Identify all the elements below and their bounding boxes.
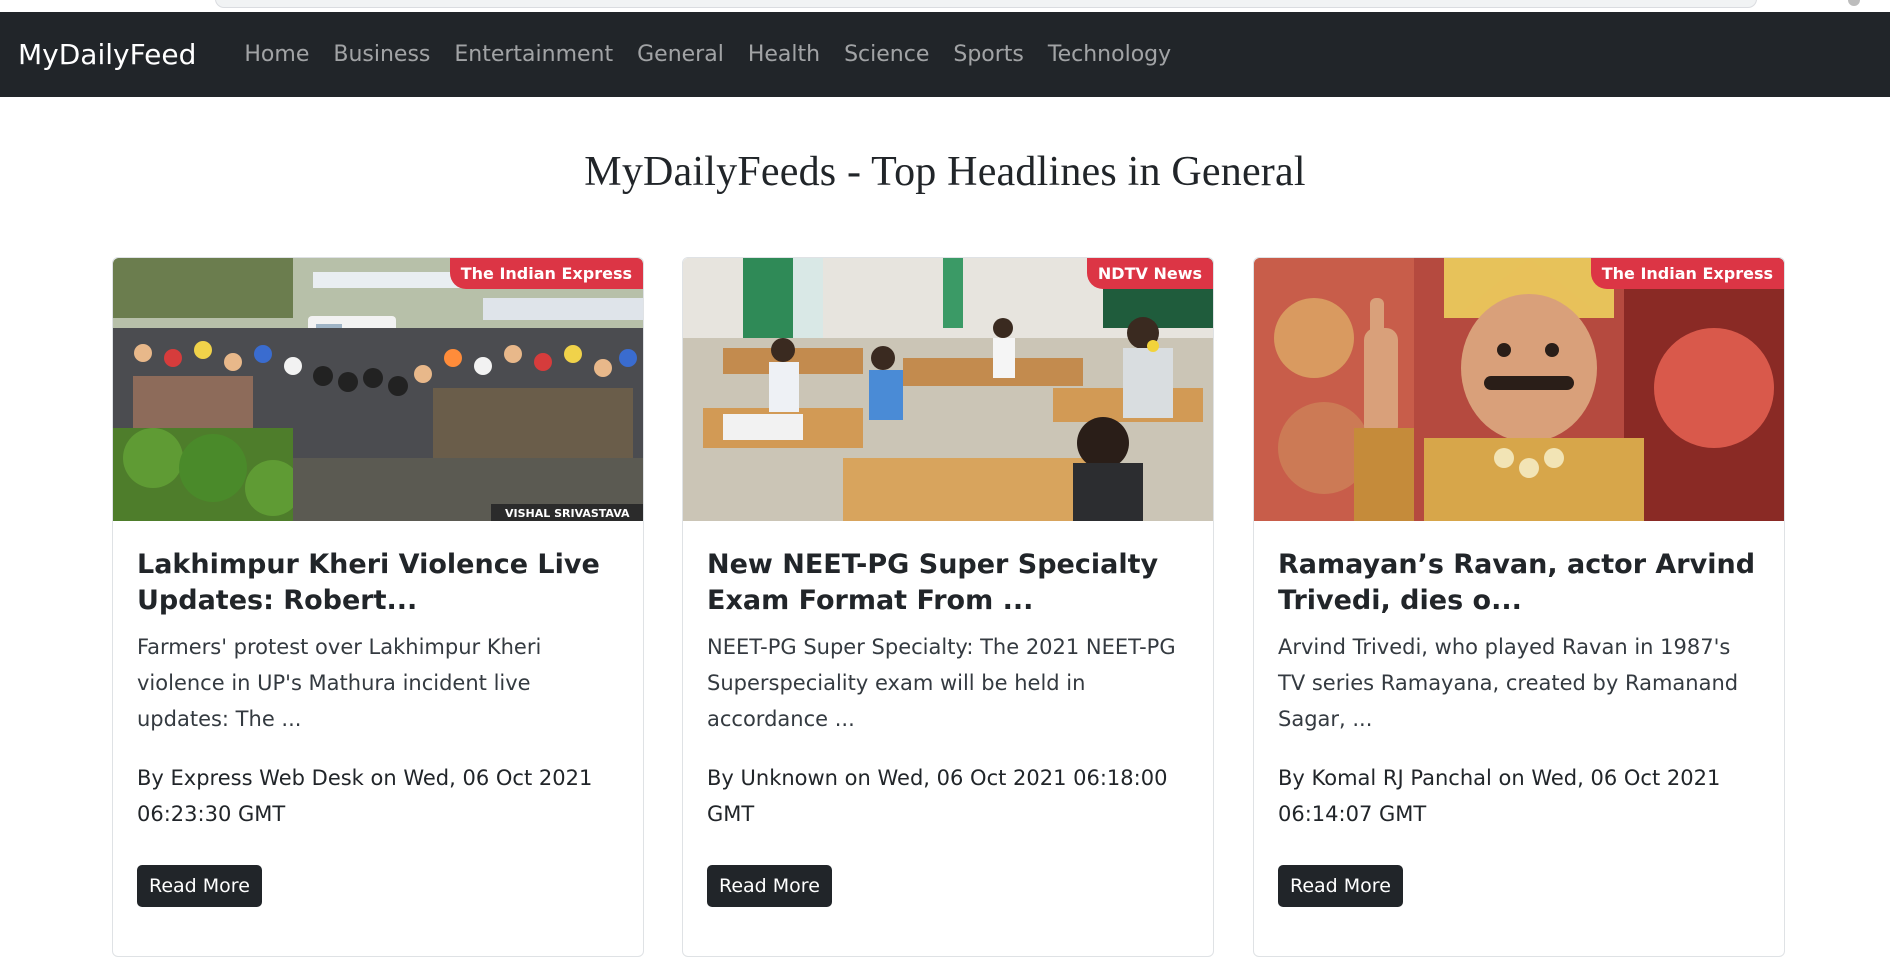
photo-credit: VISHAL SRIVASTAVA bbox=[505, 507, 630, 520]
article-image: VISHAL SRIVASTAVA The Indian Express bbox=[113, 258, 643, 521]
address-bar[interactable] bbox=[215, 0, 1757, 8]
nav-link-health[interactable]: Health bbox=[736, 42, 832, 67]
read-more-button[interactable]: Read More bbox=[137, 865, 262, 907]
nav-link-business[interactable]: Business bbox=[321, 42, 442, 67]
nav-links: Home Business Entertainment General Heal… bbox=[232, 42, 1183, 67]
nav-link-sports[interactable]: Sports bbox=[941, 42, 1036, 67]
nav-link-science[interactable]: Science bbox=[832, 42, 941, 67]
brand-link[interactable]: MyDailyFeed bbox=[18, 38, 196, 71]
article-description: Farmers' protest over Lakhimpur Kheri vi… bbox=[137, 635, 542, 731]
nav-item-business: Business bbox=[321, 42, 442, 67]
card-body: New NEET-PG Super Specialty Exam Format … bbox=[683, 521, 1213, 907]
nav-item-health: Health bbox=[736, 42, 832, 67]
source-badge: The Indian Express bbox=[449, 258, 643, 289]
article-card: VISHAL SRIVASTAVA The Indian Express Lak… bbox=[112, 257, 644, 957]
nav-item-entertainment: Entertainment bbox=[442, 42, 625, 67]
article-grid: VISHAL SRIVASTAVA The Indian Express Lak… bbox=[0, 257, 1890, 957]
nav-link-technology[interactable]: Technology bbox=[1036, 42, 1183, 67]
source-badge: NDTV News bbox=[1086, 258, 1213, 289]
read-more-button[interactable]: Read More bbox=[707, 865, 832, 907]
article-title: New NEET-PG Super Specialty Exam Format … bbox=[707, 549, 1159, 616]
article-card: The Indian Express Ramayan’s Ravan, acto… bbox=[1253, 257, 1785, 957]
nav-item-technology: Technology bbox=[1036, 42, 1183, 67]
actor-photo bbox=[1254, 258, 1784, 521]
nav-link-entertainment[interactable]: Entertainment bbox=[442, 42, 625, 67]
nav-link-general[interactable]: General bbox=[625, 42, 736, 67]
classroom-photo bbox=[683, 258, 1213, 521]
crowd-photo: VISHAL SRIVASTAVA bbox=[113, 258, 643, 521]
profile-icon[interactable] bbox=[1848, 0, 1860, 6]
nav-link-home[interactable]: Home bbox=[232, 42, 321, 67]
article-description: Arvind Trivedi, who played Ravan in 1987… bbox=[1278, 635, 1739, 731]
article-meta: By Komal RJ Panchal on Wed, 06 Oct 2021 … bbox=[1278, 766, 1721, 826]
card-body: Lakhimpur Kheri Violence Live Updates: R… bbox=[113, 521, 643, 907]
nav-item-general: General bbox=[625, 42, 736, 67]
navbar: MyDailyFeed Home Business Entertainment … bbox=[0, 12, 1890, 97]
article-image: The Indian Express bbox=[1254, 258, 1784, 521]
article-description: NEET-PG Super Specialty: The 2021 NEET-P… bbox=[707, 635, 1176, 731]
article-title: Ramayan’s Ravan, actor Arvind Trivedi, d… bbox=[1278, 549, 1756, 616]
article-meta: By Express Web Desk on Wed, 06 Oct 2021 … bbox=[137, 766, 593, 826]
article-image: NDTV News bbox=[683, 258, 1213, 521]
article-title: Lakhimpur Kheri Violence Live Updates: R… bbox=[137, 549, 600, 616]
nav-item-science: Science bbox=[832, 42, 941, 67]
article-card: NDTV News New NEET-PG Super Specialty Ex… bbox=[682, 257, 1214, 957]
card-body: Ramayan’s Ravan, actor Arvind Trivedi, d… bbox=[1254, 521, 1784, 907]
page-title: MyDailyFeeds - Top Headlines in General bbox=[584, 149, 1306, 195]
nav-item-sports: Sports bbox=[941, 42, 1036, 67]
source-badge: The Indian Express bbox=[1590, 258, 1784, 289]
nav-item-home: Home bbox=[232, 42, 321, 67]
article-meta: By Unknown on Wed, 06 Oct 2021 06:18:00 … bbox=[707, 766, 1168, 826]
read-more-button[interactable]: Read More bbox=[1278, 865, 1403, 907]
